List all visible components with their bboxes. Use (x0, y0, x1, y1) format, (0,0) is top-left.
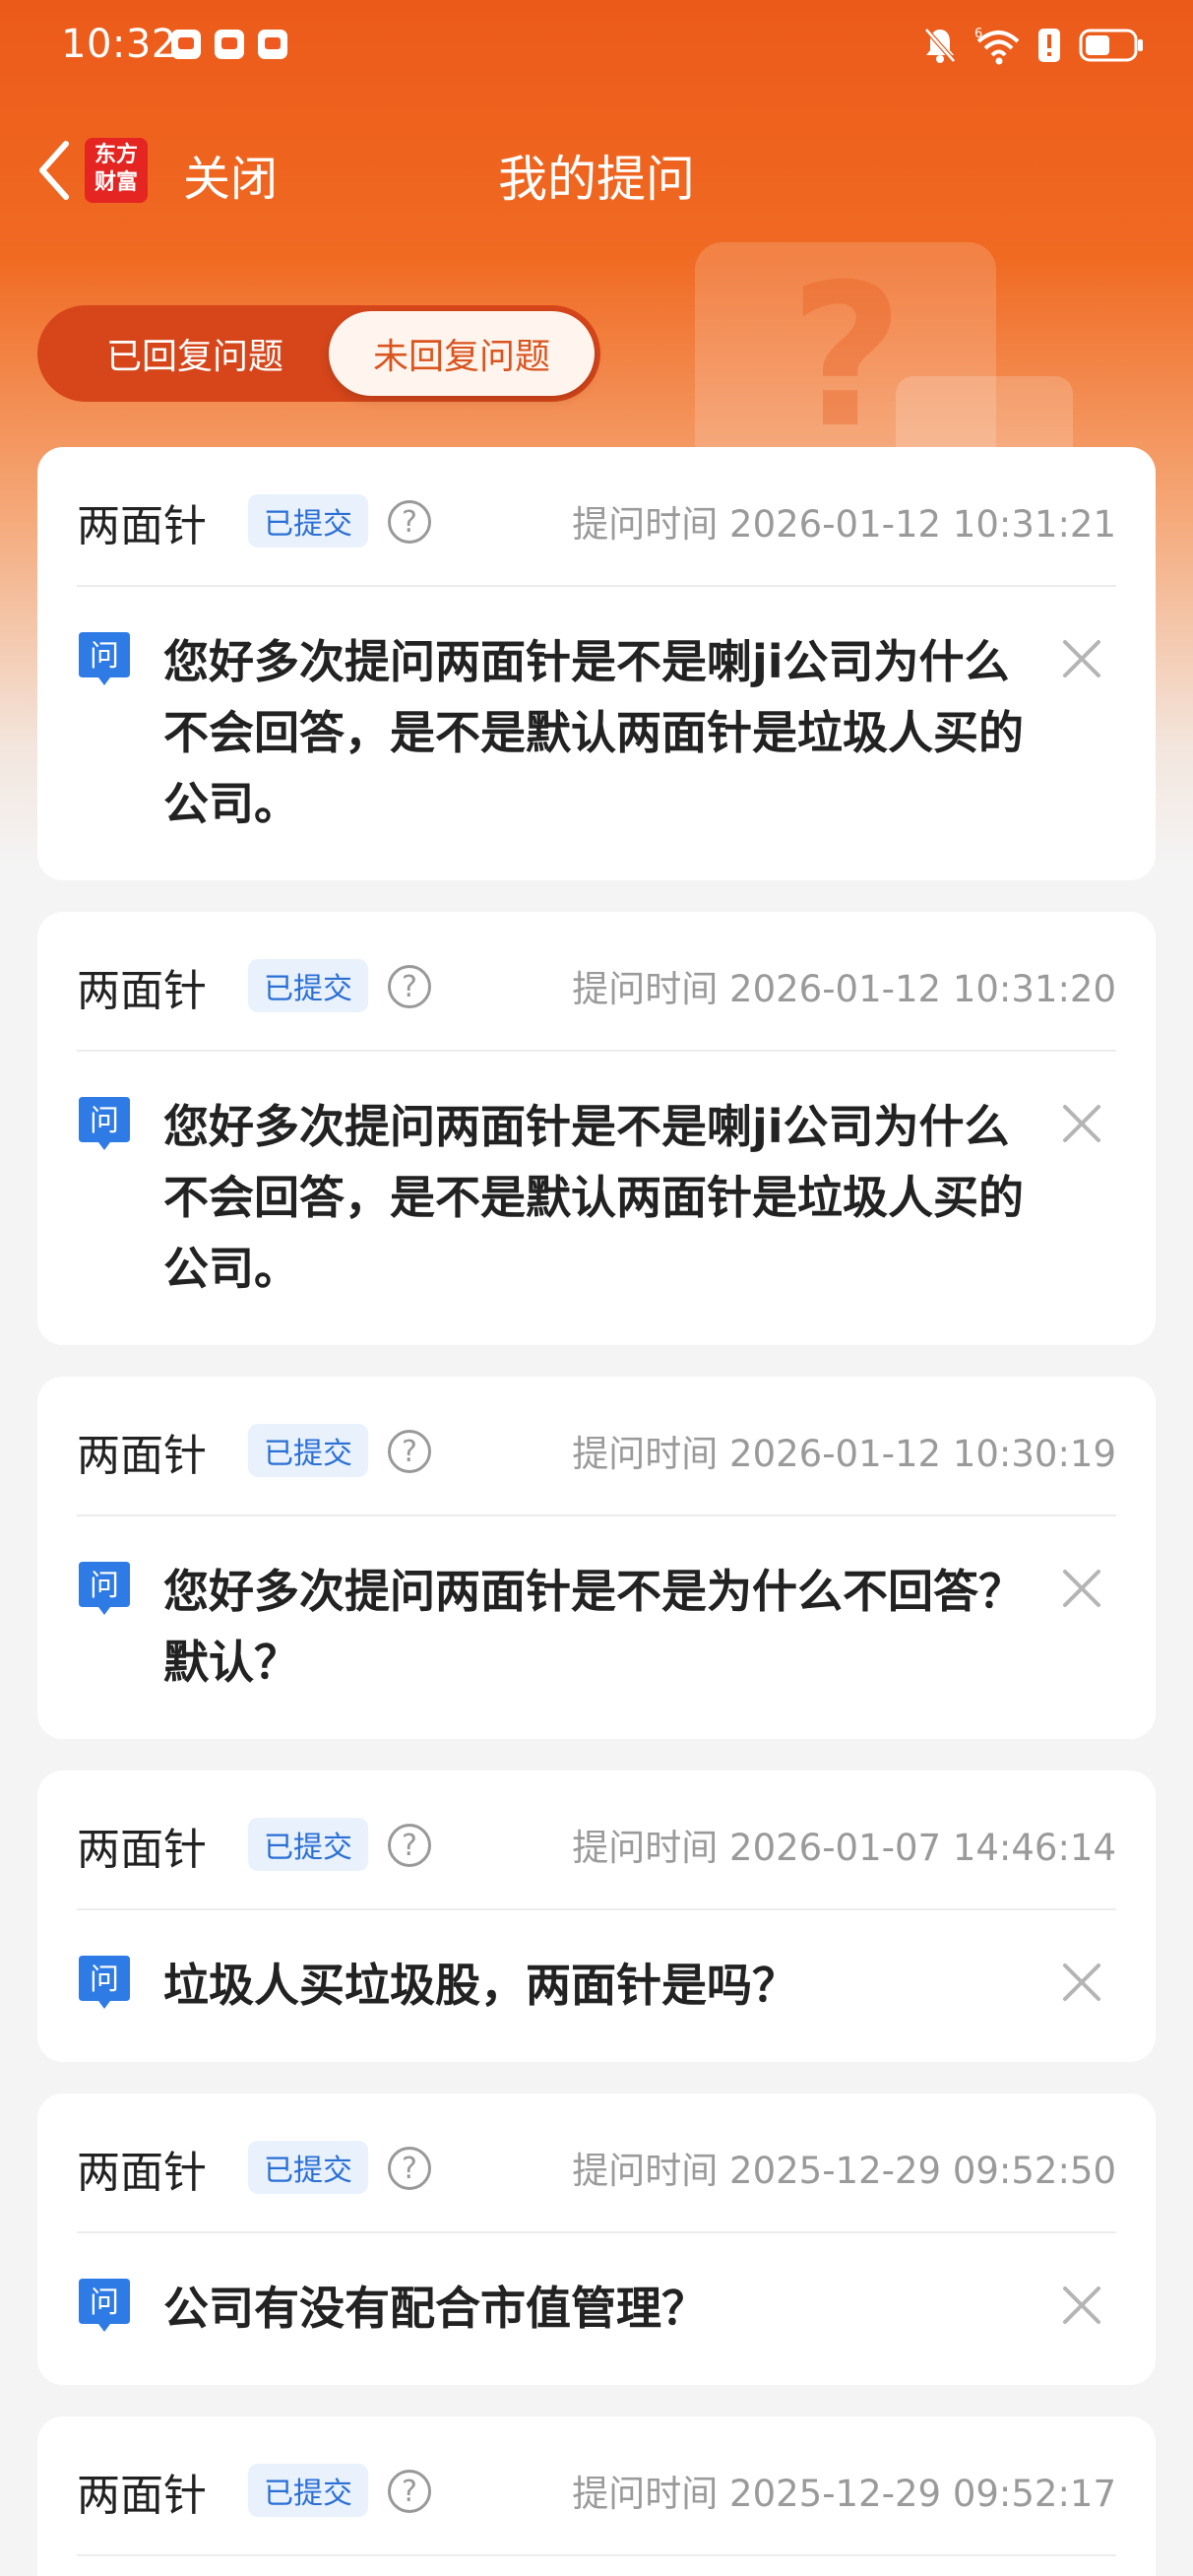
nav-header: 东方 财富 关闭 我的提问 (0, 118, 1193, 226)
question-time: 提问时间 2026-01-12 10:31:20 (572, 968, 1116, 1010)
close-icon[interactable] (1057, 1564, 1106, 1613)
tab-answered[interactable]: 已回复问题 (47, 311, 343, 396)
svg-text:问: 问 (90, 2286, 119, 2320)
status-badge: 已提交 (248, 2141, 368, 2194)
company-name: 两面针 (77, 1825, 207, 1875)
company-name: 两面针 (77, 966, 207, 1016)
status-badge: 已提交 (248, 2464, 368, 2517)
status-badge: 已提交 (248, 959, 368, 1012)
card-body: 问 您好多次提问两面针是不是为什么不回答？默认？ (77, 1516, 1116, 1739)
question-time: 提问时间 2025-12-29 09:52:50 (572, 2150, 1116, 2192)
status-badge: 已提交 (248, 1424, 368, 1477)
question-card: 两面针 已提交 ? 提问时间 2025-12-29 09:52:17 问 (37, 2416, 1156, 2576)
card-body: 问 公司有没有配合市值管理？ (77, 2233, 1116, 2385)
question-time: 提问时间 2026-01-07 14:46:14 (572, 1827, 1116, 1869)
wifi-icon: 6 (974, 26, 1020, 65)
help-icon[interactable]: ? (388, 1824, 431, 1867)
notification-app-icon (171, 30, 201, 59)
svg-text:问: 问 (90, 639, 119, 674)
close-icon[interactable] (1057, 2281, 1106, 2330)
card-body: 问 垃圾人买垃圾股，两面针是吗？ (77, 1910, 1116, 2062)
page: 10:32 6 东方 财富 关闭 我的提问 ? 已回复问题 未回复问题 两面针 … (0, 0, 1193, 2576)
mute-bell-icon (923, 26, 957, 65)
card-body: 问 您好多次提问两面针是不是喇ji公司为什么不会回答，是不是默认两面针是垃圾人买… (77, 1052, 1116, 1345)
card-body: 问 您好多次提问两面针是不是喇ji公司为什么不会回答，是不是默认两面针是垃圾人买… (77, 587, 1116, 880)
svg-text:问: 问 (90, 1104, 119, 1138)
company-name: 两面针 (77, 1431, 207, 1481)
question-time: 提问时间 2026-01-12 10:31:21 (572, 503, 1116, 546)
alert-icon (1037, 26, 1061, 65)
card-header: 两面针 已提交 ? 提问时间 2026-01-12 10:31:21 (77, 447, 1116, 587)
help-icon[interactable]: ? (388, 2147, 431, 2190)
status-bar: 10:32 6 (0, 0, 1193, 95)
page-title: 我的提问 (498, 151, 695, 208)
company-name: 两面针 (77, 2148, 207, 2198)
close-icon[interactable] (1057, 1958, 1106, 2007)
status-icons: 6 (923, 26, 1144, 65)
battery-icon (1079, 26, 1144, 65)
ask-icon: 问 (79, 2279, 130, 2332)
help-icon[interactable]: ? (388, 2470, 431, 2513)
question-time: 提问时间 2025-12-29 09:52:17 (572, 2473, 1116, 2515)
question-text: 您好多次提问两面针是不是为什么不回答？默认？ (163, 1565, 1024, 1689)
company-name: 两面针 (77, 501, 207, 551)
status-time: 10:32 (61, 22, 177, 67)
card-body: 问 (77, 2556, 1116, 2576)
svg-text:问: 问 (90, 1569, 119, 1603)
question-text: 您好多次提问两面针是不是喇ji公司为什么不会回答，是不是默认两面针是垃圾人买的公… (163, 1100, 1024, 1295)
question-text: 您好多次提问两面针是不是喇ji公司为什么不会回答，是不是默认两面针是垃圾人买的公… (163, 635, 1024, 830)
tab-unanswered[interactable]: 未回复问题 (329, 311, 595, 396)
question-time: 提问时间 2026-01-12 10:30:19 (572, 1433, 1116, 1475)
question-list: 两面针 已提交 ? 提问时间 2026-01-12 10:31:21 问 您好多… (37, 447, 1156, 2576)
notification-app-icon (258, 30, 287, 59)
close-icon[interactable] (1057, 1099, 1106, 1148)
question-text: 公司有没有配合市值管理？ (163, 2282, 707, 2335)
question-card: 两面针 已提交 ? 提问时间 2026-01-12 10:30:19 问 您好多… (37, 1377, 1156, 1739)
question-card: 两面针 已提交 ? 提问时间 2025-12-29 09:52:50 问 公司有… (37, 2093, 1156, 2385)
ask-icon: 问 (79, 1097, 130, 1150)
company-name: 两面针 (77, 2471, 207, 2521)
card-header: 两面针 已提交 ? 提问时间 2026-01-12 10:30:19 (77, 1377, 1116, 1516)
status-badge: 已提交 (248, 494, 368, 547)
question-text: 垃圾人买垃圾股，两面针是吗？ (163, 1959, 797, 2012)
question-tabs: 已回复问题 未回复问题 (37, 305, 600, 402)
card-header: 两面针 已提交 ? 提问时间 2026-01-07 14:46:14 (77, 1771, 1116, 1910)
close-icon[interactable] (1057, 634, 1106, 683)
help-icon[interactable]: ? (388, 1430, 431, 1473)
card-header: 两面针 已提交 ? 提问时间 2025-12-29 09:52:50 (77, 2093, 1116, 2233)
card-header: 两面针 已提交 ? 提问时间 2026-01-12 10:31:20 (77, 912, 1116, 1052)
question-card: 两面针 已提交 ? 提问时间 2026-01-12 10:31:20 问 您好多… (37, 912, 1156, 1345)
help-icon[interactable]: ? (388, 500, 431, 544)
notification-app-icon (215, 30, 244, 59)
ask-icon: 问 (79, 632, 130, 685)
svg-text:问: 问 (90, 1963, 119, 1997)
status-badge: 已提交 (248, 1818, 368, 1871)
ask-icon: 问 (79, 1562, 130, 1615)
question-card: 两面针 已提交 ? 提问时间 2026-01-07 14:46:14 问 垃圾人… (37, 1771, 1156, 2062)
ask-icon: 问 (79, 1956, 130, 2009)
help-icon[interactable]: ? (388, 965, 431, 1008)
card-header: 两面针 已提交 ? 提问时间 2025-12-29 09:52:17 (77, 2416, 1116, 2556)
question-card: 两面针 已提交 ? 提问时间 2026-01-12 10:31:21 问 您好多… (37, 447, 1156, 880)
